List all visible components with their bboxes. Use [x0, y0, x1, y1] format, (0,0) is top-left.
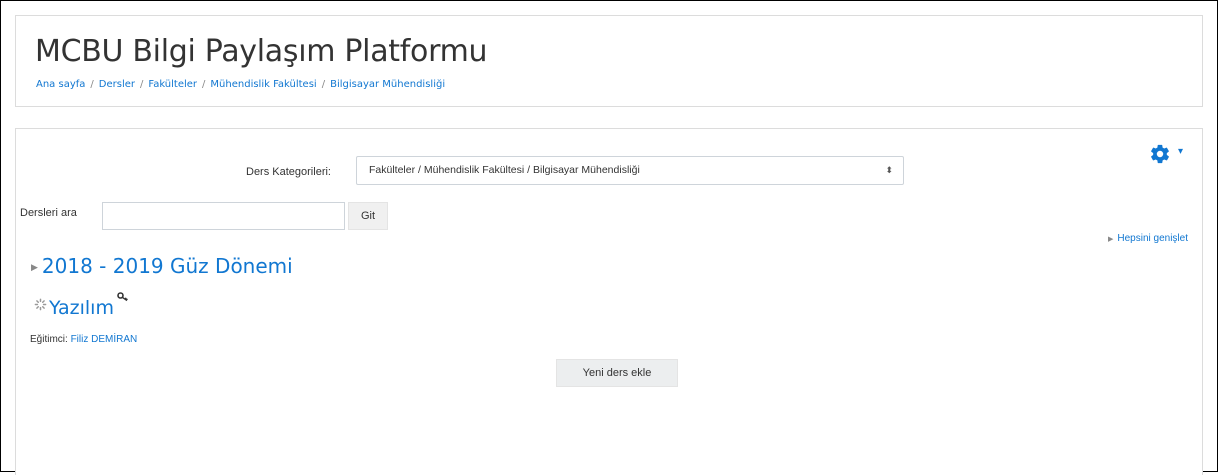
breadcrumb-item-courses[interactable]: Dersler — [99, 79, 135, 90]
triangle-right-icon: ▶ — [31, 263, 38, 273]
category-link-semester[interactable]: ▶ 2018 - 2019 Güz Dönemi — [31, 254, 293, 278]
semester-label: 2018 - 2019 Güz Dönemi — [41, 254, 293, 278]
course-item: Yazılım — [34, 292, 129, 322]
page-header: MCBU Bilgi Paylaşım Platformu Ana sayfa /… — [15, 15, 1203, 107]
breadcrumb-separator: / — [139, 79, 144, 90]
teacher-label: Eğitimci: — [30, 334, 68, 345]
add-course-button[interactable]: Yeni ders ekle — [556, 359, 678, 387]
course-teacher: Eğitimci: Filiz DEMİRAN — [30, 334, 137, 345]
breadcrumb: Ana sayfa / Dersler / Fakülteler / Mühendislik… — [36, 79, 445, 90]
page-title: MCBU Bilgi Paylaşım Platformu — [35, 34, 488, 69]
expand-all-label: Hepsini genişlet — [1117, 233, 1188, 244]
breadcrumb-separator: / — [90, 79, 94, 90]
triangle-right-icon: ▶ — [1108, 236, 1114, 243]
breadcrumb-item-engineering-faculty[interactable]: Mühendislik Fakültesi — [210, 79, 316, 90]
breadcrumb-item-faculties[interactable]: Fakülteler — [148, 79, 197, 90]
select-arrows-icon: ⬍ — [885, 165, 893, 175]
search-button[interactable]: Git — [348, 202, 388, 230]
chevron-down-icon: ▾ — [1178, 146, 1184, 157]
expand-all-link[interactable]: ▶ Hepsini genişlet — [1108, 233, 1188, 244]
teacher-name-link[interactable]: Filiz DEMİRAN — [71, 334, 138, 345]
category-label: Ders Kategorileri: — [246, 166, 331, 178]
breadcrumb-separator: / — [202, 79, 206, 90]
category-select[interactable]: Fakülteler / Mühendislik Fakültesi / Bil… — [356, 156, 904, 185]
breadcrumb-item-home[interactable]: Ana sayfa — [36, 79, 85, 90]
course-name-link[interactable]: Yazılım — [49, 297, 114, 319]
breadcrumb-separator: / — [321, 79, 326, 90]
category-select-value: Fakülteler / Mühendislik Fakültesi / Bil… — [369, 164, 640, 176]
course-icon — [34, 298, 47, 311]
course-category-panel: ▾ Ders Kategorileri: Fakülteler / Mühend… — [15, 128, 1203, 475]
search-label: Dersleri ara — [20, 207, 77, 219]
settings-menu-button[interactable]: ▾ — [1149, 143, 1189, 165]
gear-icon — [1151, 144, 1169, 164]
breadcrumb-item-computer-engineering[interactable]: Bilgisayar Mühendisliği — [330, 79, 445, 90]
page-frame: MCBU Bilgi Paylaşım Platformu Ana sayfa /… — [0, 0, 1218, 475]
key-icon — [117, 292, 128, 302]
search-input[interactable] — [102, 202, 345, 230]
